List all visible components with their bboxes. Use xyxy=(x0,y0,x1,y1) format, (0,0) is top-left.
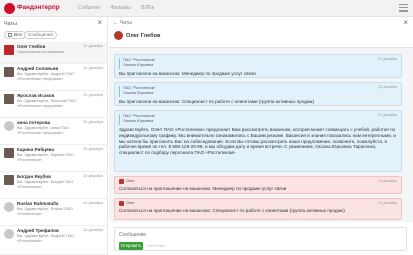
chat-list-panel: Чаты × Все Сообщения Олег Глебов 31 дека… xyxy=(0,17,108,255)
avatar xyxy=(4,229,14,239)
message-quote: ПАО "Ростелеком" Оксана Юрьевна xyxy=(119,86,398,97)
quote-company: ПАО "Ростелеком" xyxy=(123,58,156,62)
contact-preview: Вы: Здравствуйте, анна! ПАО «Ростелеком»… xyxy=(17,126,70,135)
message-text: Согласиться на приглашение на вакансию: … xyxy=(119,208,345,213)
contact-preview: Вы: Здравствуйте, Богдан! ПАО «Ростелеко… xyxy=(17,180,74,189)
message-author: Олег xyxy=(126,179,135,183)
contact-date: 31 декабря xyxy=(83,66,103,70)
message-incoming: ПАО "Ростелеком" Оксана Юрьевна 31 декаб… xyxy=(114,110,402,172)
message-author: Олег xyxy=(126,201,135,205)
contact-preview: Вы: Здравствуйте, Ярослав! ПАО «Ростелек… xyxy=(17,99,77,108)
message-text: Вы пригласили на вакансию: Менеджер по п… xyxy=(119,71,256,76)
nav-item-films[interactable]: Фильмы xyxy=(110,5,130,11)
back-link[interactable]: ← Чаты xyxy=(113,20,132,26)
close-icon[interactable]: × xyxy=(403,18,408,27)
logo-text[interactable]: Фандэнтерпр xyxy=(17,4,60,11)
message-text: Вы пригласили на вакансию: Специалист по… xyxy=(119,99,315,104)
list-item[interactable]: Карина Рябцева 30 декабря Вы: Здравствуй… xyxy=(0,145,107,172)
logo-icon[interactable] xyxy=(4,3,15,14)
message-input[interactable] xyxy=(119,231,399,239)
contact-name: Ярослав Исаков xyxy=(17,93,55,98)
contact-preview: Вы: Здравствуйте, Карина! ПАО «Ростелеко… xyxy=(17,153,74,162)
avatar xyxy=(119,179,124,184)
chat-header: ← Чаты × xyxy=(109,17,413,29)
contact-name: Олег Глебов xyxy=(17,44,46,49)
message-outgoing: Олег 31 декабря Согласиться на приглашен… xyxy=(114,176,402,194)
chat-list-header: Чаты × xyxy=(0,17,107,30)
chat-panel: ← Чаты × Олег Глебов ПАО "Ростелеком" Ок… xyxy=(109,17,413,255)
top-nav: События Фильмы ВЛЕк xyxy=(78,5,163,11)
contact-date: 30 декабря xyxy=(83,174,103,178)
filter-all-button[interactable]: Все xyxy=(4,31,26,39)
contact-name: Карина Рябцева xyxy=(17,147,54,152)
close-icon[interactable]: × xyxy=(97,19,102,27)
message-quote: ПАО "Ростелеком" Оксана Юрьевна xyxy=(119,114,398,125)
message-text: Согласиться на приглашение на вакансию: … xyxy=(119,186,287,191)
contact-name: Андрей Трефилов xyxy=(17,228,59,233)
message-date: 31 декабря xyxy=(378,113,397,117)
message-date: 31 декабря xyxy=(378,85,397,89)
message-date: 31 декабря xyxy=(378,179,397,183)
contact-name: анна потерова xyxy=(17,120,51,125)
list-item[interactable]: Олег Глебов 31 декабря Приглашение на ва… xyxy=(0,42,107,64)
list-item[interactable]: Ruslan Rahmatullo 30 декабря Вы: Здравст… xyxy=(0,199,107,226)
contact-date: 31 декабря xyxy=(83,44,103,48)
avatar xyxy=(114,31,123,40)
avatar xyxy=(4,148,14,158)
message-date: 31 декабря xyxy=(378,57,397,61)
message-composer: Отправить Ctrl+Enter xyxy=(114,227,407,251)
contact-date: 30 декабря xyxy=(83,120,103,124)
contact-date: 30 декабря xyxy=(83,228,103,232)
menu-icon[interactable] xyxy=(399,4,408,13)
avatar xyxy=(4,94,14,104)
message-quote: ПАО "Ростелеком" Оксана Юрьевна xyxy=(119,58,398,69)
list-item[interactable]: Андрей Соловьев 31 декабря Вы: Здравству… xyxy=(0,64,107,91)
filter-unread-button[interactable]: Сообщения xyxy=(24,31,57,39)
chat-filters: Все Сообщения xyxy=(0,30,107,42)
quote-company: ПАО "Ростелеком" xyxy=(123,86,156,90)
avatar xyxy=(4,45,14,55)
list-item[interactable]: анна потерова 30 декабря Вы: Здравствуйт… xyxy=(0,118,107,145)
avatar xyxy=(119,201,124,206)
avatar xyxy=(4,67,14,77)
contact-preview: Вы: Здравствуйте, Андрей! ПАО «Ростелеко… xyxy=(17,72,75,81)
person-name: Олег Глебов xyxy=(126,33,161,39)
list-item[interactable]: Ярослав Исаков 31 декабря Вы: Здравствуй… xyxy=(0,91,107,118)
avatar xyxy=(4,202,14,212)
avatar xyxy=(4,175,14,185)
quote-person: Оксана Юрьевна xyxy=(123,91,154,95)
contact-preview: Приглашение на вакансию xyxy=(17,50,65,54)
message-feed[interactable]: ПАО "Ростелеком" Оксана Юрьевна 31 декаб… xyxy=(109,47,413,222)
checkbox-icon xyxy=(8,32,12,37)
contact-name: Андрей Соловьев xyxy=(17,66,59,71)
quote-company: ПАО "Ростелеком" xyxy=(123,114,156,118)
send-button[interactable]: Отправить xyxy=(119,242,143,250)
contact-date: 30 декабря xyxy=(83,201,103,205)
message-incoming: ПАО "Ростелеком" Оксана Юрьевна 31 декаб… xyxy=(114,82,402,106)
message-incoming: ПАО "Ростелеком" Оксана Юрьевна 31 декаб… xyxy=(114,54,402,78)
quote-person: Оксана Юрьевна xyxy=(123,63,154,67)
message-date: 31 декабря xyxy=(378,201,397,205)
send-hint: Ctrl+Enter xyxy=(147,243,166,248)
top-bar: Фандэнтерпр События Фильмы ВЛЕк xyxy=(0,0,413,17)
message-outgoing: Олег 31 декабря Согласиться на приглашен… xyxy=(114,198,402,220)
avatar xyxy=(4,121,14,131)
quote-person: Оксана Юрьевна xyxy=(123,119,154,123)
list-item[interactable]: Богдан Якубов 30 декабря Вы: Здравствуйт… xyxy=(0,172,107,199)
message-text: Здравствуйте, Олег! ПАО «Ростелеком» пре… xyxy=(119,127,396,156)
list-item[interactable]: Андрей Трефилов 30 декабря Вы: Здравству… xyxy=(0,226,107,255)
contact-name: Богдан Якубов xyxy=(17,174,51,179)
chat-list-title: Чаты xyxy=(4,21,17,27)
contact-name: Ruslan Rahmatullo xyxy=(17,201,59,206)
contact-preview: Вы: Здравствуйте, Ruslan! ПАО «Ростелеко… xyxy=(17,207,73,216)
contact-date: 31 декабря xyxy=(83,93,103,97)
nav-item-third[interactable]: ВЛЕк xyxy=(141,5,154,11)
nav-item-events[interactable]: События xyxy=(78,5,100,11)
contact-date: 30 декабря xyxy=(83,147,103,151)
contact-preview: Вы: Здравствуйте, Андрей! ПАО «Ростелеко… xyxy=(17,234,75,243)
